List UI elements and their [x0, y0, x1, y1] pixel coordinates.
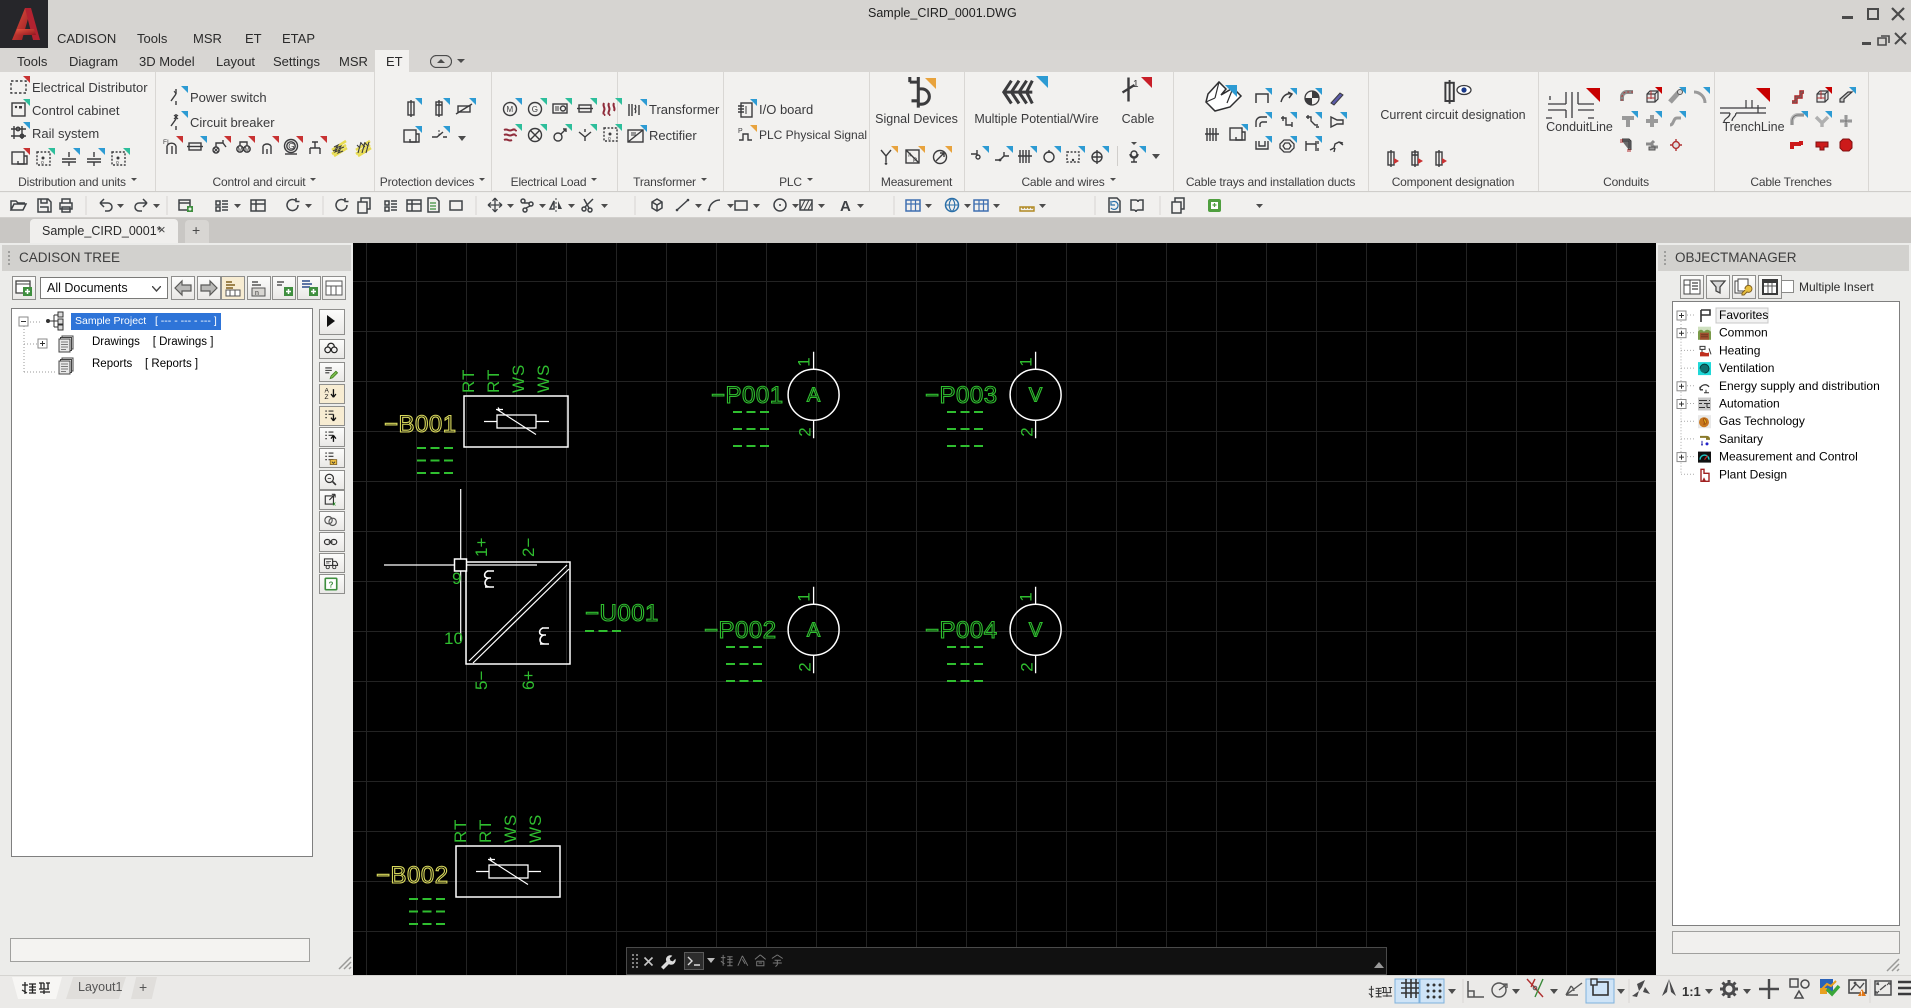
svg-text:−P003: −P003 — [925, 382, 998, 409]
svg-text:A: A — [807, 385, 821, 407]
svg-text:Heating: Heating — [1719, 343, 1760, 357]
svg-text:P: P — [738, 128, 743, 135]
svg-text:M: M — [238, 148, 243, 154]
svg-text:−U001: −U001 — [585, 600, 659, 627]
svg-text:9: 9 — [452, 569, 461, 588]
svg-text:2: 2 — [796, 427, 815, 436]
svg-text:1: 1 — [1133, 79, 1139, 90]
svg-text:6+: 6+ — [519, 671, 538, 690]
svg-text:o: o — [608, 136, 611, 142]
svg-text:RT: RT — [484, 369, 503, 393]
svg-text:V: V — [1029, 385, 1043, 407]
svg-text:V: V — [1029, 620, 1043, 642]
svg-text:RT: RT — [451, 819, 470, 843]
svg-text:Automation: Automation — [1719, 397, 1780, 411]
svg-text:Z: Z — [324, 394, 328, 401]
svg-text:2: 2 — [1018, 662, 1037, 671]
svg-text:x: x — [333, 502, 337, 508]
svg-text:Energy supply and distribution: Energy supply and distribution — [1719, 379, 1880, 393]
svg-text:A: A — [840, 198, 851, 215]
svg-text:RT: RT — [459, 369, 478, 393]
svg-text:A: A — [807, 620, 821, 642]
svg-text:5−: 5− — [472, 671, 491, 690]
svg-text:1:1: 1:1 — [1682, 984, 1701, 999]
svg-text:WS: WS — [501, 814, 520, 843]
svg-text:o: o — [41, 160, 44, 166]
svg-text:WS: WS — [526, 814, 545, 843]
svg-text:1: 1 — [795, 592, 814, 601]
svg-text:−B001: −B001 — [384, 411, 457, 438]
svg-text:1: 1 — [1017, 357, 1036, 366]
svg-text:WS: WS — [509, 364, 528, 393]
svg-text:WS: WS — [534, 364, 553, 393]
svg-text:2: 2 — [1018, 427, 1037, 436]
svg-text:P: P — [913, 158, 917, 164]
svg-text:M: M — [245, 148, 250, 154]
svg-text:10: 10 — [444, 629, 463, 648]
svg-text:RT: RT — [476, 819, 495, 843]
svg-text:n: n — [255, 290, 259, 297]
svg-text:−P004: −P004 — [925, 617, 998, 644]
svg-text:M: M — [507, 105, 514, 114]
svg-text:?: ? — [329, 580, 334, 589]
svg-text:1: 1 — [795, 357, 814, 366]
svg-text:G: G — [532, 105, 538, 114]
svg-text:−P002: −P002 — [704, 617, 777, 644]
svg-text:Measurement and Control: Measurement and Control — [1719, 450, 1858, 464]
svg-text:G: G — [288, 142, 294, 151]
svg-text:Favorites: Favorites — [1719, 308, 1768, 322]
svg-text:−B002: −B002 — [376, 862, 449, 889]
svg-text:Ventilation: Ventilation — [1719, 361, 1774, 375]
svg-text:Sanitary: Sanitary — [1719, 432, 1763, 446]
svg-text:−P001: −P001 — [711, 382, 784, 409]
svg-text:Common: Common — [1719, 326, 1768, 340]
svg-text:1+: 1+ — [472, 538, 491, 557]
svg-text:2: 2 — [796, 662, 815, 671]
svg-text:Plant Design: Plant Design — [1719, 467, 1787, 481]
svg-text:!: ! — [1861, 992, 1863, 998]
svg-text:Gas Technology: Gas Technology — [1719, 414, 1805, 428]
svg-text:2−: 2− — [519, 538, 538, 557]
svg-text:1: 1 — [1017, 592, 1036, 601]
svg-text:o: o — [116, 160, 119, 166]
